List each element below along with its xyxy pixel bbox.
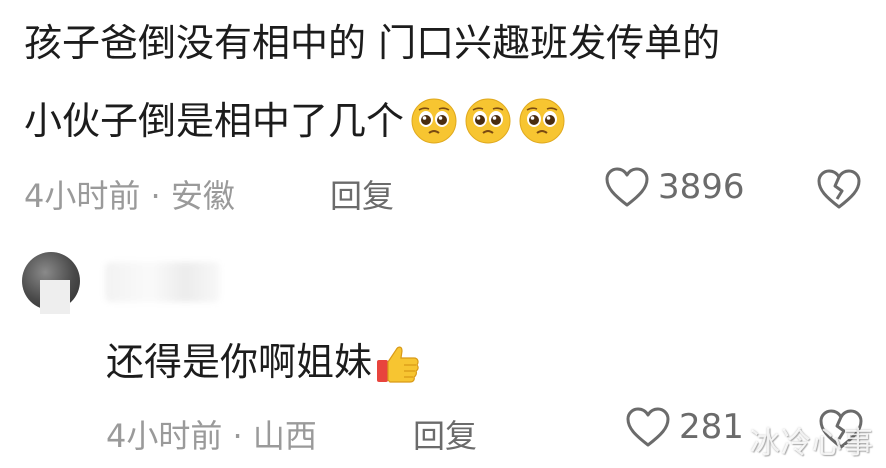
like-count: 3896 — [658, 167, 745, 207]
pleading-face-icon — [465, 98, 511, 144]
watermark: 冰冷心事 — [750, 426, 874, 461]
pleading-face-icon — [519, 98, 565, 144]
reply-button[interactable]: 回复 — [330, 171, 394, 217]
reply-time-location: 4小时前 · 山西 — [106, 417, 317, 455]
avatar-mask — [40, 280, 70, 314]
like-button[interactable]: 3896 — [604, 166, 745, 208]
thumbs-up-icon — [377, 346, 419, 383]
comment-text-line-2: 小伙子倒是相中了几个 — [24, 97, 566, 145]
reply-button[interactable]: 回复 — [413, 411, 477, 457]
heart-icon — [605, 167, 649, 207]
comment-time-location: 4小时前 · 安徽 — [24, 177, 235, 215]
reply-comment-text: 还得是你啊姐妹 — [106, 338, 422, 386]
dislike-broken-heart-icon[interactable] — [816, 168, 862, 210]
like-count: 281 — [679, 407, 744, 447]
comment-text-line-1: 孩子爸倒没有相中的 门口兴趣班发传单的 — [24, 21, 721, 65]
like-button[interactable]: 281 — [625, 406, 744, 448]
heart-icon — [626, 407, 670, 447]
pleading-face-icon — [411, 98, 457, 144]
comment-text-line-2-text: 小伙子倒是相中了几个 — [24, 99, 405, 143]
username-blurred[interactable] — [105, 262, 220, 302]
reply-comment-text-body: 还得是你啊姐妹 — [106, 340, 373, 384]
